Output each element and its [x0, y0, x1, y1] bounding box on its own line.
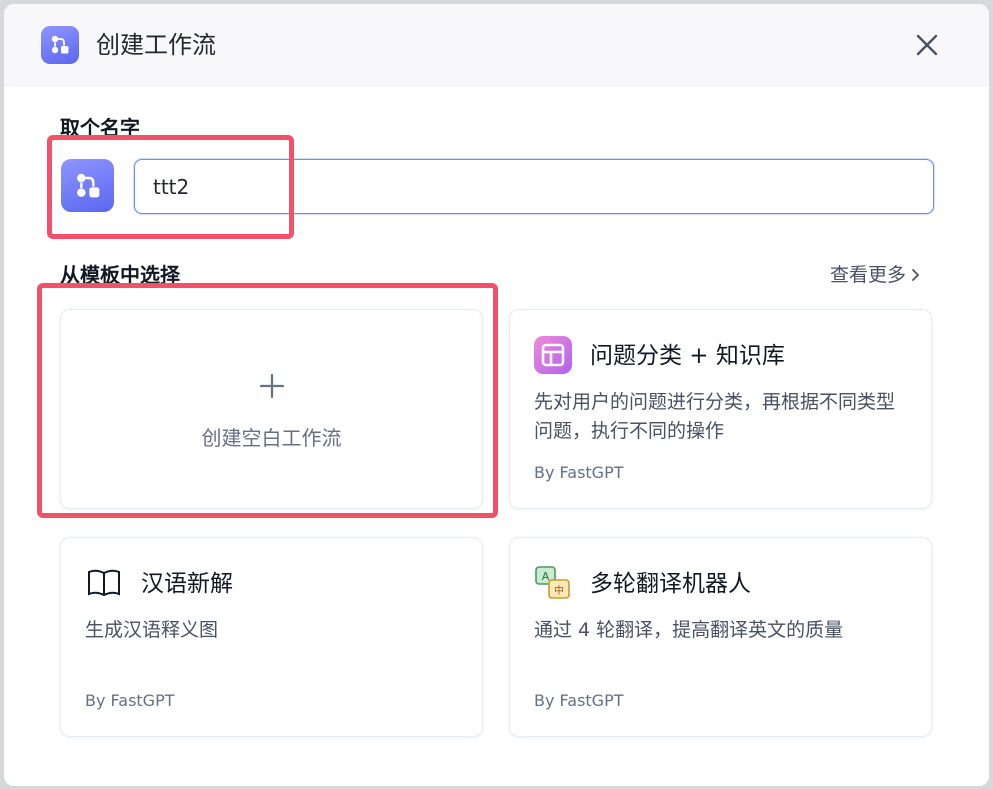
- template-title: 多轮翻译机器人: [590, 571, 751, 597]
- close-icon: [916, 34, 938, 56]
- see-more-link[interactable]: 查看更多: [830, 262, 922, 288]
- template-description: 通过 4 轮翻译，提高翻译英文的质量: [534, 619, 844, 641]
- create-blank-workflow-card[interactable]: 创建空白工作流: [60, 309, 483, 509]
- name-section-label: 取个名字: [60, 116, 140, 140]
- workflow-name-input[interactable]: [134, 159, 934, 214]
- template-card[interactable]: A 中 多轮翻译机器人 通过 4 轮翻译，提高翻译英文的质量 By FastGP…: [509, 537, 932, 737]
- workflow-icon: [76, 173, 99, 197]
- layout-icon: [534, 336, 572, 374]
- svg-text:中: 中: [554, 584, 564, 597]
- template-card[interactable]: 问题分类 + 知识库 先对用户的问题进行分类，再根据不同类型问题，执行不同的操作…: [509, 309, 932, 509]
- translate-icon: A 中: [534, 564, 572, 602]
- template-card[interactable]: 汉语新解 生成汉语释义图 By FastGPT: [60, 537, 483, 737]
- plus-icon: [61, 372, 482, 404]
- modal-header: 创建工作流: [4, 4, 989, 86]
- template-description: 生成汉语释义图: [85, 619, 219, 641]
- svg-text:A: A: [542, 570, 550, 583]
- template-section-label: 从模板中选择: [60, 263, 180, 287]
- book-icon: [85, 564, 123, 602]
- template-author: By FastGPT: [534, 463, 624, 482]
- template-title: 汉语新解: [141, 571, 233, 597]
- template-title: 问题分类 + 知识库: [590, 343, 785, 369]
- avatar-select-button[interactable]: [61, 159, 114, 212]
- workflow-icon: [41, 26, 79, 64]
- see-more-label: 查看更多: [830, 264, 907, 286]
- chevron-right-icon: [912, 269, 920, 281]
- close-button[interactable]: [910, 28, 944, 62]
- template-author: By FastGPT: [534, 691, 624, 710]
- blank-card-label: 创建空白工作流: [201, 426, 342, 450]
- template-description: 先对用户的问题进行分类，再根据不同类型问题，执行不同的操作: [534, 391, 896, 442]
- modal-title: 创建工作流: [96, 31, 216, 59]
- create-workflow-modal: 创建工作流 取个名字 从模板中选择 查看更多 创建空白工作流: [4, 4, 989, 786]
- template-author: By FastGPT: [85, 691, 175, 710]
